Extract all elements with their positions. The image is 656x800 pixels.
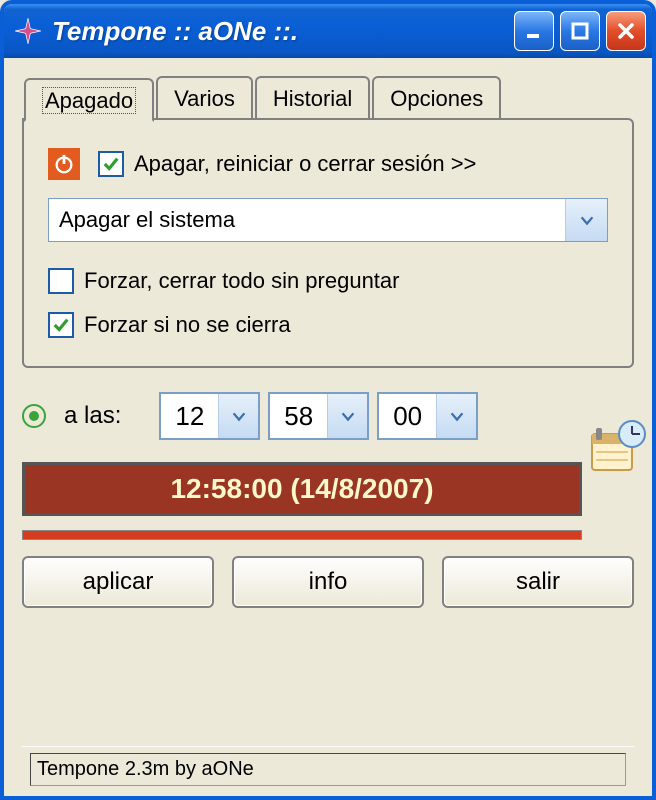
tab-opciones[interactable]: Opciones xyxy=(372,76,501,118)
chevron-down-icon[interactable] xyxy=(218,394,258,438)
countdown-display: 12:58:00 (14/8/2007) xyxy=(22,462,582,516)
tab-historial[interactable]: Historial xyxy=(255,76,370,118)
power-icon xyxy=(48,148,80,180)
window-title: Tempone :: aONe ::. xyxy=(52,16,514,47)
app-icon xyxy=(14,17,42,45)
statusbar: Tempone 2.3m by aONe xyxy=(22,746,634,792)
chevron-down-icon[interactable] xyxy=(327,394,367,438)
client-area: Apagado Varios Historial Opciones Apagar… xyxy=(4,58,652,796)
action-combo[interactable]: Apagar el sistema xyxy=(48,198,608,242)
tab-varios[interactable]: Varios xyxy=(156,76,253,118)
maximize-button[interactable] xyxy=(560,11,600,51)
calendar-clock-icon[interactable] xyxy=(588,420,648,482)
second-value: 00 xyxy=(379,401,436,432)
forzar-no-cierra-label: Forzar si no se cierra xyxy=(84,312,291,338)
tab-bar: Apagado Varios Historial Opciones xyxy=(24,76,634,118)
at-time-radio[interactable] xyxy=(22,404,46,428)
minute-value: 58 xyxy=(270,401,327,432)
action-combo-value: Apagar el sistema xyxy=(49,207,565,233)
at-time-label: a las: xyxy=(64,402,121,430)
forzar-todo-checkbox[interactable] xyxy=(48,268,74,294)
apagar-checkbox[interactable] xyxy=(98,151,124,177)
titlebar: Tempone :: aONe ::. xyxy=(4,4,652,58)
time-section: a las: 12 58 00 xyxy=(22,392,634,440)
minute-spinner[interactable]: 58 xyxy=(268,392,369,440)
apagar-checkbox-label: Apagar, reiniciar o cerrar sesión >> xyxy=(134,151,476,177)
exit-button[interactable]: salir xyxy=(442,556,634,608)
forzar-todo-label: Forzar, cerrar todo sin preguntar xyxy=(84,268,399,294)
chevron-down-icon[interactable] xyxy=(436,394,476,438)
statusbar-text: Tempone 2.3m by aONe xyxy=(30,753,626,786)
forzar-no-cierra-checkbox[interactable] xyxy=(48,312,74,338)
button-bar: aplicar info salir xyxy=(22,556,634,608)
hour-spinner[interactable]: 12 xyxy=(159,392,260,440)
tab-apagado[interactable]: Apagado xyxy=(24,78,154,122)
progress-bar xyxy=(22,530,582,540)
close-button[interactable] xyxy=(606,11,646,51)
apply-button[interactable]: aplicar xyxy=(22,556,214,608)
tab-panel-apagado: Apagar, reiniciar o cerrar sesión >> Apa… xyxy=(22,118,634,368)
title-buttons xyxy=(514,11,646,51)
hour-value: 12 xyxy=(161,401,218,432)
app-window: Tempone :: aONe ::. Apagado Varios Histo… xyxy=(0,0,656,800)
minimize-button[interactable] xyxy=(514,11,554,51)
second-spinner[interactable]: 00 xyxy=(377,392,478,440)
chevron-down-icon[interactable] xyxy=(565,199,607,241)
info-button[interactable]: info xyxy=(232,556,424,608)
